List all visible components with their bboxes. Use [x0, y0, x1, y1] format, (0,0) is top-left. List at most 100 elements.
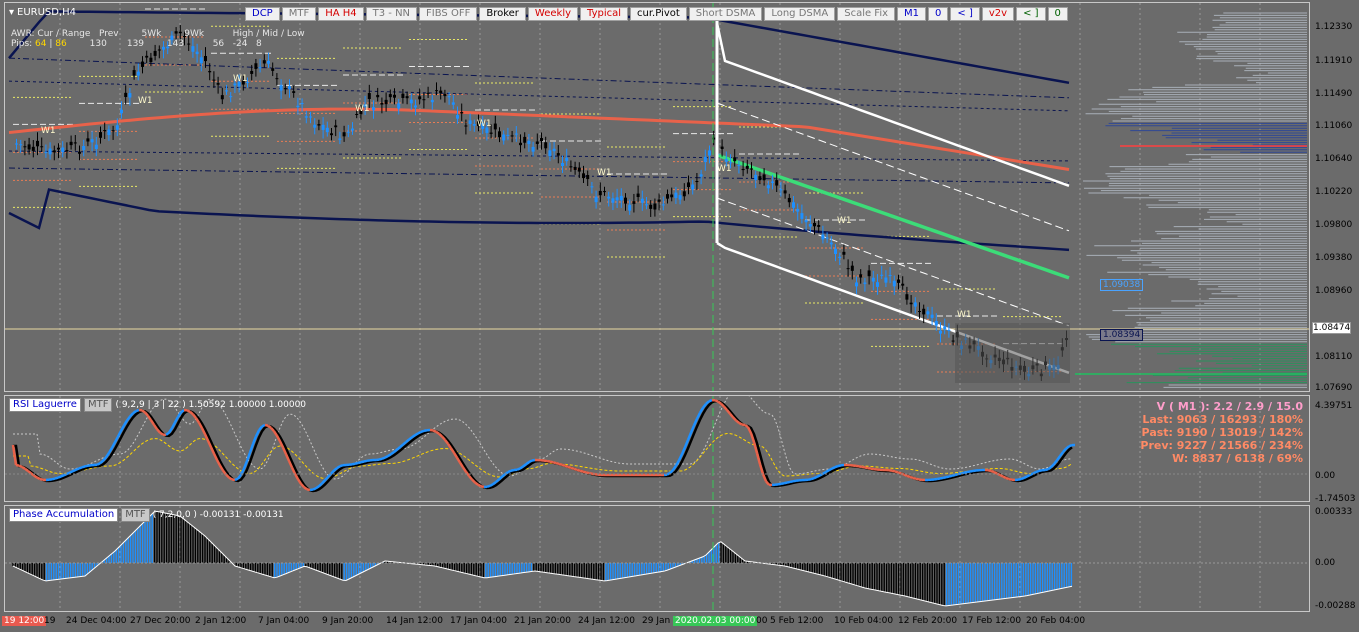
symbol-label: ▾ EURUSD,H4: [9, 7, 76, 18]
candle-body: [687, 182, 690, 188]
toolbar-button-2[interactable]: HA H4: [318, 7, 364, 21]
candle-body: [414, 105, 417, 108]
toolbar-button-3[interactable]: T3 - NN: [365, 7, 418, 21]
toolbar-button-13[interactable]: 0: [928, 7, 949, 21]
rsi-segment: [519, 465, 524, 470]
rsi-segment: [423, 428, 428, 433]
time-tick: 27 Dec 20:00: [130, 616, 191, 626]
time-tick: 2020.02.03 00:00: [673, 616, 758, 626]
rsi-segment: [834, 464, 839, 469]
phase-mtf-button[interactable]: MTF: [121, 508, 150, 522]
candle-body: [552, 148, 556, 152]
toolbar-button-10[interactable]: Long DSMA: [764, 7, 836, 21]
rsi-segment: [867, 466, 872, 470]
candle-body: [569, 166, 573, 168]
rsi-mtf-button[interactable]: MTF: [83, 398, 113, 412]
toolbar-button-14[interactable]: < ]: [950, 7, 980, 21]
rsi-segment: [966, 470, 971, 474]
rsi-segment: [237, 473, 242, 480]
candle-body: [275, 78, 279, 80]
candle-body: [930, 314, 934, 318]
candle-body: [951, 340, 955, 342]
time-tick: 2 Jan 12:00: [195, 616, 247, 626]
rsi-segment: [234, 477, 239, 482]
rsi-laguerre-panel[interactable]: RSI Laguerre MTF ( 9,2,9 | 3 | 22 ) 1.50…: [4, 395, 1310, 502]
candle-body: [208, 70, 212, 73]
rsi-segment: [822, 470, 827, 475]
rsi-segment: [393, 448, 398, 453]
candle-body: [510, 135, 514, 137]
rsi-segment: [57, 475, 62, 479]
candle-body: [708, 150, 711, 156]
phase-axis: 0.00333 0.00 -0.00288: [1311, 505, 1359, 612]
rsi-segment: [125, 415, 132, 422]
candle-body: [111, 130, 115, 132]
toolbar-button-12[interactable]: M1: [897, 7, 927, 21]
candle-body: [128, 93, 132, 98]
candle-body: [351, 128, 354, 131]
candle-body: [267, 60, 270, 64]
candle-body: [771, 181, 774, 183]
candle-body: [531, 146, 535, 152]
candle-body: [384, 99, 388, 105]
candle-body: [120, 109, 123, 114]
time-tick: 21 Jan 20:00: [514, 616, 571, 626]
candle-body: [783, 190, 787, 194]
rsi-segment: [396, 446, 401, 451]
candle-body: [271, 68, 275, 71]
pips-sep: |: [49, 39, 53, 49]
rsi-segment: [741, 423, 746, 427]
candle-body: [36, 140, 39, 147]
phase-title-bar: Phase Accumulation MTF ( 7,2,0,0 ) -0.00…: [9, 508, 284, 522]
candle-body: [107, 129, 111, 136]
rsi-segment: [399, 443, 404, 449]
candle-body: [309, 116, 312, 118]
toolbar-button-1[interactable]: MTF: [281, 7, 317, 21]
candle-body: [535, 141, 539, 144]
candle-body: [632, 201, 636, 204]
rsi-segment: [24, 467, 29, 472]
candle-body: [73, 142, 77, 144]
rsi-axis-tick: 0.00: [1315, 471, 1336, 481]
rsi-segment: [360, 460, 365, 464]
toolbar-button-11[interactable]: Scale Fix: [837, 7, 896, 21]
candle-body: [607, 196, 611, 199]
toolbar-button-8[interactable]: cur.Pivot: [630, 7, 687, 21]
phase-name-button[interactable]: Phase Accumulation: [9, 508, 119, 522]
candle-body: [695, 181, 699, 183]
candle-body: [766, 185, 770, 189]
phase-accumulation-panel[interactable]: Phase Accumulation MTF ( 7,2,0,0 ) -0.00…: [4, 505, 1310, 612]
toolbar-button-16[interactable]: < ]: [1016, 7, 1046, 21]
candle-body: [590, 186, 594, 188]
pips-rest: 130 139 143 56 -24 8: [66, 39, 262, 49]
toolbar-button-15[interactable]: v2v: [981, 7, 1015, 21]
toolbar-button-5[interactable]: Broker: [479, 7, 526, 21]
time-tick: 00: [756, 616, 768, 626]
candle-body: [283, 88, 287, 90]
pips-label: Pips:: [11, 39, 33, 49]
toolbar-button-9[interactable]: Short DSMA: [688, 7, 763, 21]
candle-body: [288, 86, 291, 89]
phase-params: ( 7,2,0,0 ) -0.00131 -0.00131: [152, 510, 284, 520]
rsi-segment: [354, 461, 359, 465]
toolbar-button-7[interactable]: Typical: [580, 7, 629, 21]
rsi-segment: [1044, 468, 1049, 472]
w1-label: W1: [717, 164, 732, 174]
rsi-segment: [1068, 443, 1073, 448]
main-chart-panel[interactable]: W1 W1 W1 W1 W1 W1 W1 W1 W1 ▾ EURUSD,H4 DCP MTF HA H…: [4, 2, 1310, 392]
rsi-segment: [84, 464, 89, 468]
rsi-segment: [351, 462, 356, 466]
candle-body: [145, 55, 149, 58]
rsi-segment: [113, 435, 120, 443]
candle-body: [456, 115, 459, 119]
candle-body: [787, 197, 791, 203]
toolbar-button-4[interactable]: FIBS OFF: [419, 7, 478, 21]
toolbar-button-0[interactable]: DCP: [245, 7, 280, 21]
toolbar-button-6[interactable]: Weekly: [527, 7, 579, 21]
rsi-name-button[interactable]: RSI Laguerre: [9, 398, 81, 412]
toolbar-button-17[interactable]: 0: [1047, 7, 1068, 21]
rsi-segment: [858, 465, 863, 469]
rsi-segment: [81, 465, 86, 469]
rsi-segment: [894, 470, 899, 474]
candle-body: [699, 174, 703, 177]
